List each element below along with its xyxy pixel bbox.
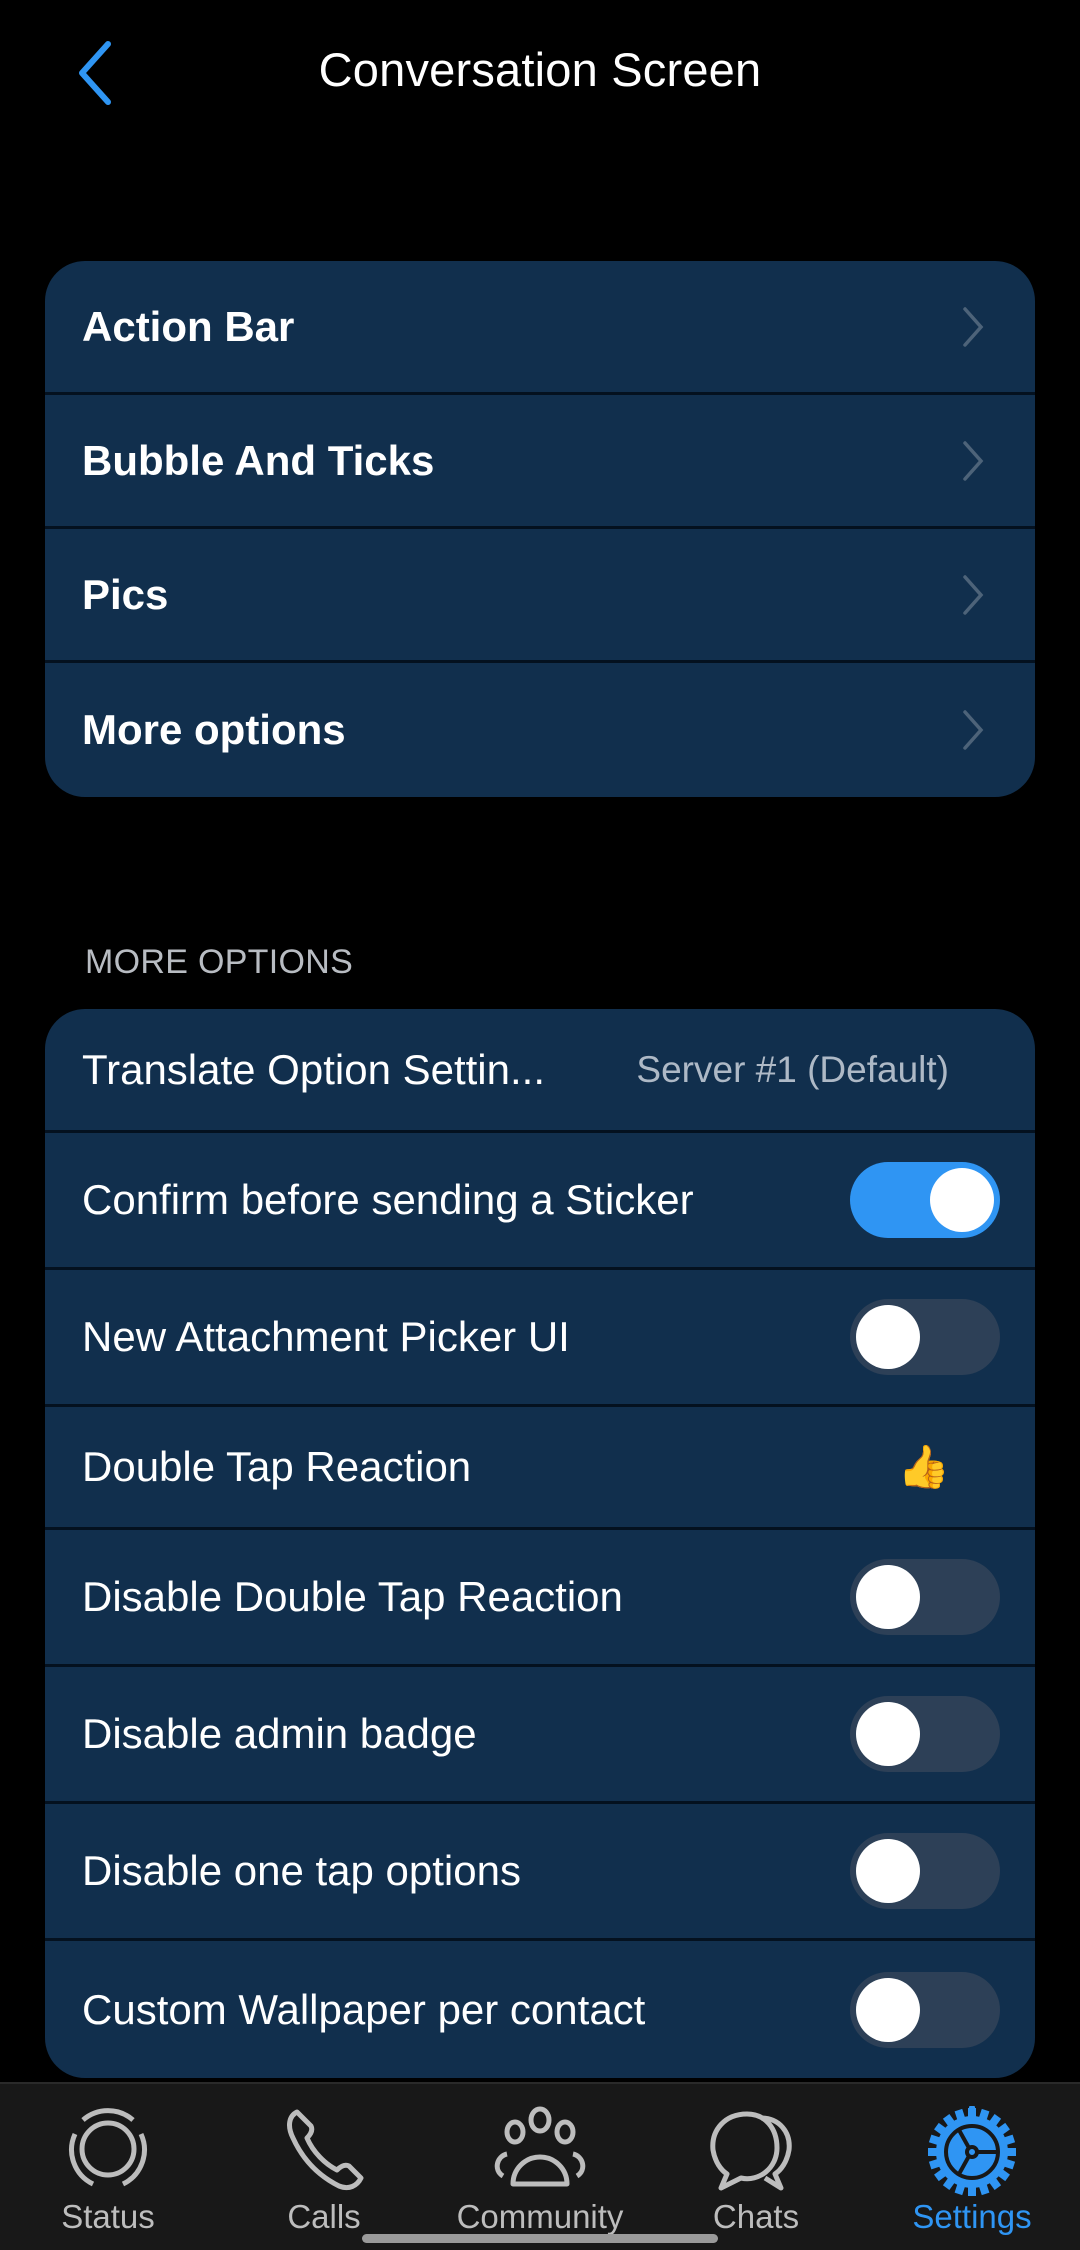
setting-label: Disable one tap options (82, 1847, 521, 1894)
tab-label: Status (61, 2198, 155, 2235)
more-options-card: Translate Option Settin... Server #1 (De… (45, 1009, 1035, 2078)
status-icon (69, 2108, 147, 2187)
custom-wallpaper-row: Custom Wallpaper per contact (45, 1941, 1035, 2078)
nav-item-pics[interactable]: Pics (45, 529, 1035, 663)
toggle-knob (856, 1565, 920, 1629)
tab-status[interactable]: Status (0, 2084, 216, 2250)
tab-community[interactable]: Community (432, 2084, 648, 2250)
toggle-knob (856, 1702, 920, 1766)
disable-admin-badge-row: Disable admin badge (45, 1667, 1035, 1804)
tab-calls[interactable]: Calls (216, 2084, 432, 2250)
disable-double-tap-row: Disable Double Tap Reaction (45, 1530, 1035, 1667)
disable-double-tap-toggle[interactable] (850, 1559, 1000, 1635)
thumbs-up-icon: 👍 (897, 1442, 950, 1490)
tab-label: Community (456, 2198, 624, 2235)
confirm-sticker-row: Confirm before sending a Sticker (45, 1133, 1035, 1270)
toggle-knob (856, 1305, 920, 1369)
chevron-right-icon (963, 710, 984, 750)
nav-item-more-options[interactable]: More options (45, 663, 1035, 797)
section-header-more-options: MORE OPTIONS (85, 943, 354, 981)
custom-wallpaper-toggle[interactable] (850, 1971, 1000, 2048)
nav-item-label: More options (82, 706, 346, 753)
community-icon (494, 2106, 586, 2187)
tab-chats[interactable]: Chats (648, 2084, 864, 2250)
gear-tooth (928, 2148, 938, 2156)
toggle-knob (856, 1839, 920, 1903)
disable-admin-badge-toggle[interactable] (850, 1696, 1000, 1772)
phone-icon (287, 2109, 364, 2191)
nav-item-bubble-and-ticks[interactable]: Bubble And Ticks (45, 395, 1035, 529)
toggle-knob (930, 1168, 994, 1232)
setting-label: Disable admin badge (82, 1710, 477, 1757)
setting-label: Double Tap Reaction (82, 1443, 472, 1490)
setting-label: New Attachment Picker UI (82, 1313, 570, 1360)
tab-settings[interactable]: Settings (864, 2084, 1080, 2250)
tab-label: Settings (912, 2198, 1032, 2235)
disable-one-tap-row: Disable one tap options (45, 1804, 1035, 1941)
chevron-right-icon (963, 440, 984, 481)
double-tap-reaction-row[interactable]: Double Tap Reaction 👍 (45, 1407, 1035, 1530)
nav-item-label: Bubble And Ticks (82, 436, 435, 484)
new-attachment-picker-row: New Attachment Picker UI (45, 1270, 1035, 1407)
settings-gear-icon (928, 2106, 1016, 2196)
tab-label: Calls (287, 2198, 361, 2235)
new-attachment-picker-toggle[interactable] (850, 1299, 1000, 1375)
setting-label: Disable Double Tap Reaction (82, 1573, 623, 1620)
chevron-right-icon (963, 306, 984, 347)
page-title: Conversation Screen (318, 43, 762, 96)
bottom-navigation: Status Calls Community Chats Settings (0, 2082, 1080, 2250)
header: Conversation Screen (0, 0, 1080, 150)
gear-tooth (1006, 2148, 1016, 2156)
confirm-sticker-toggle[interactable] (850, 1162, 1000, 1238)
navigation-card: Action Bar Bubble And Ticks Pics More op… (45, 261, 1035, 797)
nav-item-label: Pics (82, 570, 169, 618)
translate-server-value: Server #1 (Default) (636, 1048, 949, 1090)
toggle-knob (856, 1977, 920, 2042)
chevron-right-icon (963, 574, 984, 615)
tab-label: Chats (712, 2198, 800, 2235)
translate-option-setting-row[interactable]: Translate Option Settin... Server #1 (De… (45, 1009, 1035, 1133)
gear-tooth (968, 2108, 976, 2118)
setting-label: Translate Option Settin... (82, 1045, 546, 1093)
setting-label: Custom Wallpaper per contact (82, 1985, 646, 2033)
chats-icon (710, 2111, 792, 2191)
nav-item-label: Action Bar (82, 302, 295, 350)
disable-one-tap-toggle[interactable] (850, 1833, 1000, 1909)
home-indicator[interactable] (362, 2234, 718, 2243)
nav-item-action-bar[interactable]: Action Bar (45, 261, 1035, 395)
setting-label: Confirm before sending a Sticker (82, 1176, 694, 1223)
gear-tooth (968, 2186, 976, 2196)
